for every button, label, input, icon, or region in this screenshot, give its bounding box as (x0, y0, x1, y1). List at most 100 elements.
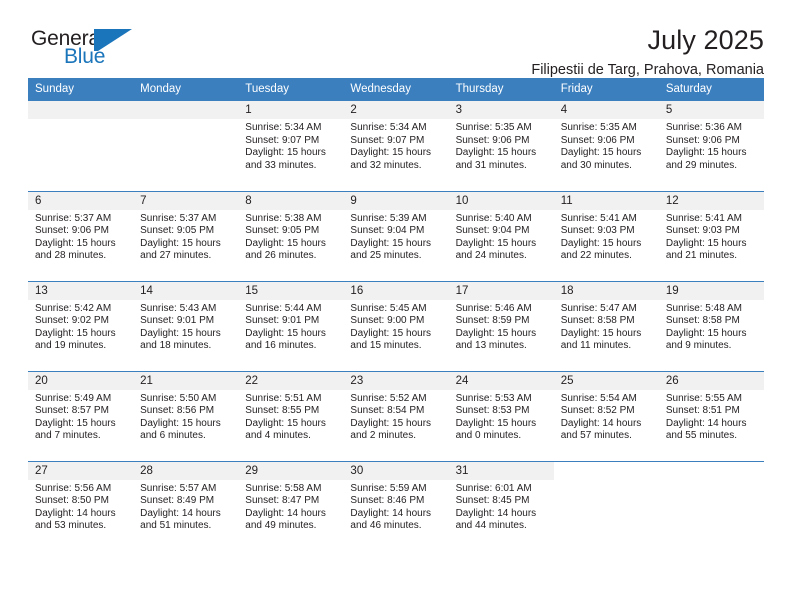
calendar-day-cell[interactable]: 12 Sunrise: 5:41 AM Sunset: 9:03 PM Dayligh… (658, 190, 764, 281)
calendar-day-cell[interactable]: 17 Sunrise: 5:46 AM Sunset: 8:59 PM Dayligh… (448, 280, 554, 371)
day-number: 25 (553, 371, 659, 390)
daylight-text-line2: and 29 minutes. (665, 159, 738, 171)
daylight-text-line2: and 53 minutes. (35, 520, 107, 532)
page-subtitle: Filipestii de Targ, Prahova, Romania (531, 62, 764, 79)
day-sun-info: Sunrise: 5:58 AM Sunset: 8:47 PM Daylight:… (238, 480, 343, 533)
calendar-day-cell[interactable]: 25 Sunrise: 5:54 AM Sunset: 8:52 PM Dayligh… (553, 370, 659, 461)
calendar-day-cell[interactable]: 14 Sunrise: 5:43 AM Sunset: 9:01 PM Dayligh… (133, 280, 239, 371)
sunset-text: Sunset: 9:03 PM (665, 225, 740, 237)
day-sun-info: Sunrise: 5:50 AM Sunset: 8:56 PM Daylight:… (133, 390, 238, 443)
daylight-text-line1: Daylight: 15 hours (350, 237, 432, 249)
day-number: 6 (28, 191, 134, 210)
general-blue-logo: General Blue (28, 26, 158, 78)
calendar-day-cell[interactable]: 23 Sunrise: 5:52 AM Sunset: 8:54 PM Dayligh… (343, 370, 449, 461)
calendar-day-cell[interactable]: 29 Sunrise: 5:58 AM Sunset: 8:47 PM Dayligh… (238, 460, 344, 551)
sunset-text: Sunset: 9:06 PM (35, 225, 109, 237)
daylight-text-line1: Daylight: 14 hours (455, 507, 537, 519)
calendar-day-cell[interactable]: 4 Sunrise: 5:35 AM Sunset: 9:06 PM Daylight… (553, 101, 659, 191)
calendar-day-cell[interactable]: 30 Sunrise: 5:59 AM Sunset: 8:46 PM Dayligh… (343, 460, 449, 551)
day-sun-info: Sunrise: 6:01 AM Sunset: 8:45 PM Daylight:… (449, 480, 554, 533)
calendar-day-cell[interactable]: 10 Sunrise: 5:40 AM Sunset: 9:04 PM Dayligh… (448, 190, 554, 281)
calendar-week-row: 13 Sunrise: 5:42 AM Sunset: 9:02 PM Dayligh… (28, 280, 764, 371)
day-sun-info: Sunrise: 5:52 AM Sunset: 8:54 PM Daylight:… (343, 390, 448, 443)
daylight-text-line1: Daylight: 14 hours (350, 507, 432, 519)
calendar-day-cell[interactable]: 26 Sunrise: 5:55 AM Sunset: 8:51 PM Dayligh… (658, 370, 764, 461)
calendar-day-cell[interactable]: 22 Sunrise: 5:51 AM Sunset: 8:55 PM Dayligh… (238, 370, 344, 461)
sunset-text: Sunset: 8:50 PM (35, 495, 109, 507)
calendar-day-cell[interactable]: 13 Sunrise: 5:42 AM Sunset: 9:02 PM Dayligh… (28, 280, 134, 371)
calendar-day-cell[interactable]: 31 Sunrise: 6:01 AM Sunset: 8:45 PM Dayligh… (448, 460, 554, 551)
calendar-day-cell[interactable]: 27 Sunrise: 5:56 AM Sunset: 8:50 PM Dayligh… (28, 460, 134, 551)
calendar-day-cell[interactable]: 28 Sunrise: 5:57 AM Sunset: 8:49 PM Dayligh… (133, 460, 239, 551)
day-number: 1 (238, 101, 344, 119)
daylight-text-line1: Daylight: 15 hours (245, 417, 326, 429)
daylight-text-line2: and 19 minutes. (35, 340, 107, 352)
day-sun-info: Sunrise: 5:36 AM Sunset: 9:06 PM Daylight:… (659, 119, 764, 172)
daylight-text-line1: Daylight: 15 hours (35, 237, 116, 249)
calendar-day-cell[interactable] (553, 460, 659, 551)
sunset-text: Sunset: 8:54 PM (350, 405, 425, 417)
daylight-text-line2: and 49 minutes. (245, 520, 317, 532)
sunrise-text: Sunrise: 5:40 AM (455, 212, 532, 224)
calendar-day-cell[interactable]: 18 Sunrise: 5:47 AM Sunset: 8:58 PM Dayligh… (553, 280, 659, 371)
month-calendar: Sunday Monday Tuesday Wednesday Thursday… (28, 78, 764, 551)
sunrise-text: Sunrise: 5:39 AM (350, 212, 427, 224)
day-sun-info: Sunrise: 5:45 AM Sunset: 9:00 PM Daylight:… (343, 300, 448, 353)
calendar-day-cell[interactable] (658, 460, 764, 551)
sunset-text: Sunset: 8:59 PM (455, 315, 530, 327)
sunrise-text: Sunrise: 5:52 AM (350, 392, 427, 404)
daylight-text-line2: and 4 minutes. (245, 430, 311, 442)
calendar-day-cell[interactable]: 6 Sunrise: 5:37 AM Sunset: 9:06 PM Daylight… (28, 190, 134, 281)
day-number: 31 (448, 461, 554, 480)
daylight-text-line2: and 57 minutes. (560, 430, 632, 442)
daylight-text-line2: and 30 minutes. (560, 159, 632, 171)
daylight-text-line1: Daylight: 15 hours (560, 147, 642, 159)
sunset-text: Sunset: 9:07 PM (350, 134, 425, 146)
sunrise-text: Sunrise: 5:44 AM (245, 302, 322, 314)
day-number: 17 (448, 281, 554, 300)
daylight-text-line1: Daylight: 15 hours (140, 237, 221, 249)
daylight-text-line2: and 28 minutes. (35, 250, 107, 262)
day-sun-info: Sunrise: 5:46 AM Sunset: 8:59 PM Daylight:… (449, 300, 554, 353)
calendar-day-cell[interactable]: 7 Sunrise: 5:37 AM Sunset: 9:05 PM Daylight… (133, 190, 239, 281)
daylight-text-line1: Daylight: 15 hours (665, 327, 747, 339)
day-number: 5 (658, 101, 764, 119)
logo-text-blue: Blue (64, 45, 106, 68)
calendar-day-cell[interactable]: 20 Sunrise: 5:49 AM Sunset: 8:57 PM Dayligh… (28, 370, 134, 461)
day-sun-info: Sunrise: 5:57 AM Sunset: 8:49 PM Daylight:… (133, 480, 238, 533)
day-sun-info: Sunrise: 5:38 AM Sunset: 9:05 PM Daylight:… (238, 210, 343, 263)
day-sun-info: Sunrise: 5:54 AM Sunset: 8:52 PM Daylight:… (554, 390, 659, 443)
calendar-day-cell[interactable]: 2 Sunrise: 5:34 AM Sunset: 9:07 PM Daylight… (343, 101, 449, 191)
sunrise-text: Sunrise: 5:47 AM (560, 302, 637, 314)
calendar-day-cell[interactable]: 8 Sunrise: 5:38 AM Sunset: 9:05 PM Daylight… (238, 190, 344, 281)
daylight-text-line1: Daylight: 15 hours (245, 327, 326, 339)
calendar-day-cell[interactable]: 9 Sunrise: 5:39 AM Sunset: 9:04 PM Daylight… (343, 190, 449, 281)
calendar-day-cell[interactable]: 16 Sunrise: 5:45 AM Sunset: 9:00 PM Dayligh… (343, 280, 449, 371)
daylight-text-line2: and 44 minutes. (455, 520, 527, 532)
calendar-day-cell[interactable]: 15 Sunrise: 5:44 AM Sunset: 9:01 PM Dayligh… (238, 280, 344, 371)
calendar-day-cell[interactable]: 5 Sunrise: 5:36 AM Sunset: 9:06 PM Daylight… (658, 101, 764, 191)
day-sun-info: Sunrise: 5:34 AM Sunset: 9:07 PM Daylight:… (238, 119, 343, 172)
calendar-day-cell[interactable]: 11 Sunrise: 5:41 AM Sunset: 9:03 PM Dayligh… (553, 190, 659, 281)
calendar-day-cell[interactable]: 3 Sunrise: 5:35 AM Sunset: 9:06 PM Daylight… (448, 101, 554, 191)
calendar-day-cell[interactable] (28, 101, 134, 191)
calendar-day-cell[interactable] (133, 101, 239, 191)
calendar-day-cell[interactable]: 1 Sunrise: 5:34 AM Sunset: 9:07 PM Daylight… (238, 101, 344, 191)
day-number: 10 (448, 191, 554, 210)
day-sun-info: Sunrise: 5:47 AM Sunset: 8:58 PM Daylight:… (554, 300, 659, 353)
daylight-text-line2: and 21 minutes. (665, 250, 738, 262)
calendar-day-cell[interactable]: 24 Sunrise: 5:53 AM Sunset: 8:53 PM Dayligh… (448, 370, 554, 461)
day-sun-info: Sunrise: 5:55 AM Sunset: 8:51 PM Daylight:… (659, 390, 764, 443)
day-number: 2 (343, 101, 449, 119)
calendar-week-row: 27 Sunrise: 5:56 AM Sunset: 8:50 PM Dayligh… (28, 460, 764, 551)
day-number: 16 (343, 281, 449, 300)
day-sun-info: Sunrise: 5:40 AM Sunset: 9:04 PM Daylight:… (449, 210, 554, 263)
daylight-text-line2: and 46 minutes. (350, 520, 422, 532)
calendar-day-cell[interactable]: 21 Sunrise: 5:50 AM Sunset: 8:56 PM Dayligh… (133, 370, 239, 461)
sunrise-text: Sunrise: 5:59 AM (350, 482, 427, 494)
sunset-text: Sunset: 9:01 PM (245, 315, 320, 327)
day-number: 21 (133, 371, 239, 390)
calendar-day-cell[interactable]: 19 Sunrise: 5:48 AM Sunset: 8:58 PM Dayligh… (658, 280, 764, 371)
day-sun-info: Sunrise: 5:35 AM Sunset: 9:06 PM Daylight:… (449, 119, 554, 172)
day-number: 27 (28, 461, 134, 480)
